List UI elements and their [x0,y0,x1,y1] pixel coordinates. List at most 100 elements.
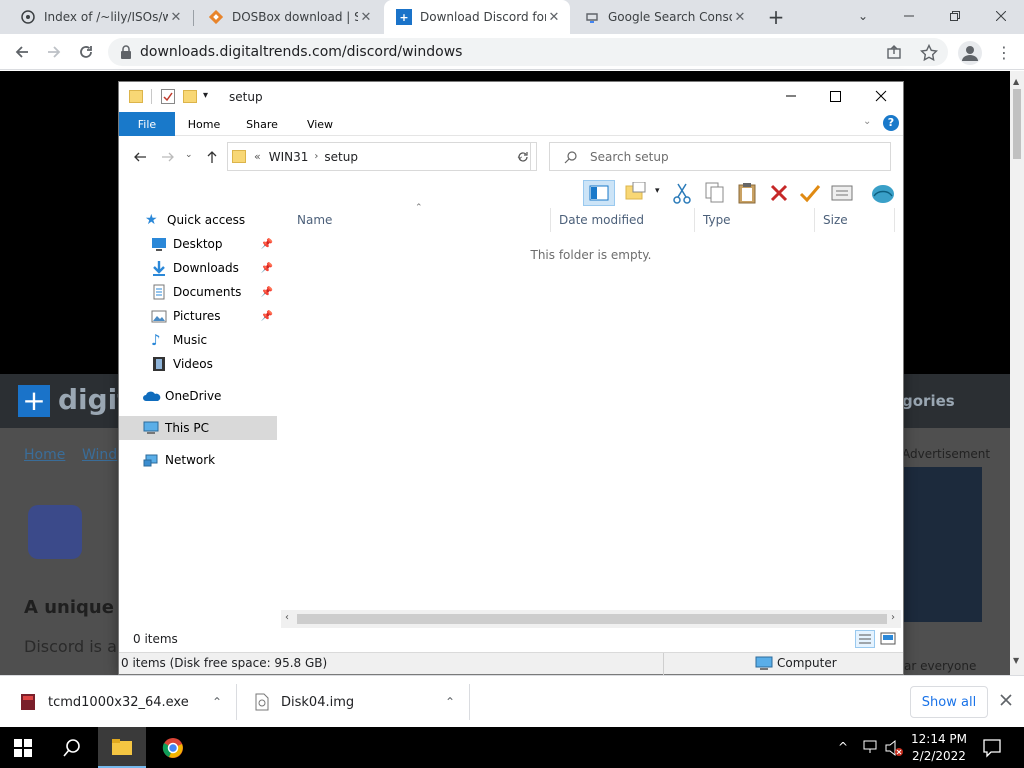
forward-arrow-icon[interactable] [159,148,177,166]
views-dropdown-icon[interactable]: ▾ [655,186,660,196]
bookmark-star-icon[interactable] [919,43,939,62]
explorer-address-bar[interactable]: « WIN31 › setup ⌄ [227,142,531,171]
properties-icon[interactable] [831,185,853,201]
show-all-button[interactable]: Show all [910,686,988,718]
column-size[interactable]: Size [815,208,895,232]
qat-dropdown-icon[interactable]: ▾ [203,90,208,101]
scroll-up-arrow-icon[interactable]: ▲ [1013,77,1019,86]
nav-quick-access[interactable]: ★ Quick access [119,208,277,232]
reload-icon[interactable] [72,38,100,66]
scroll-left-arrow-icon[interactable]: ‹ [285,612,289,623]
refresh-icon[interactable] [509,142,537,171]
download-options-chevron-icon[interactable]: ⌃ [445,695,455,709]
file-explorer-window[interactable]: ▾ setup File Home Share View ⌄ ? ⌄ « WIN… [118,81,904,675]
nav-downloads[interactable]: Downloads 📌 [119,256,277,280]
shell-globe-icon[interactable] [871,182,895,204]
new-tab-button[interactable]: + [764,6,788,28]
scrollbar-thumb[interactable] [297,614,887,624]
back-arrow-icon[interactable] [8,38,36,66]
browser-tab-3-active[interactable]: + Download Discord for ✕ [384,0,570,34]
pin-icon[interactable]: 📌 [261,239,273,250]
restore-icon[interactable] [932,0,978,32]
browser-tab-4[interactable]: Google Search Console ✕ [572,0,756,34]
tab-share[interactable]: Share [237,112,287,136]
nav-music[interactable]: ♪ Music [119,328,277,352]
profile-avatar-icon[interactable] [958,41,982,65]
horizontal-scrollbar[interactable]: ‹ › [281,610,901,628]
close-icon[interactable] [871,86,891,106]
windows-start-icon[interactable] [14,739,32,757]
network-tray-icon[interactable] [862,739,880,755]
close-tab-icon[interactable]: ✕ [358,10,374,25]
large-icons-view-icon[interactable] [879,630,897,648]
notification-center-icon[interactable] [982,738,1002,758]
taskbar-chrome[interactable] [148,727,196,768]
copy-icon[interactable] [705,182,725,204]
properties-checkbox-icon[interactable] [161,89,175,104]
column-type[interactable]: Type [695,208,815,232]
preview-pane-icon[interactable] [583,180,615,206]
nav-this-pc[interactable]: This PC [119,416,277,440]
recent-locations-chevron-icon[interactable]: ⌄ [185,150,193,160]
share-icon[interactable] [886,44,902,60]
help-icon[interactable]: ? [883,115,899,131]
breadcrumb-windows[interactable]: Wind [82,447,117,463]
browser-tab-2[interactable]: DOSBox download | So ✕ [196,0,382,34]
overflow-chevron[interactable]: « [254,150,261,163]
folder-options-icon[interactable] [625,181,646,200]
column-name[interactable]: Name [289,208,551,232]
ad-banner[interactable] [904,467,982,622]
search-box[interactable]: Search setup [549,142,891,171]
close-window-icon[interactable] [978,0,1024,32]
close-tab-icon[interactable]: ✕ [168,10,184,25]
ribbon-expand-chevron-icon[interactable]: ⌄ [863,116,871,127]
nav-pictures[interactable]: Pictures 📌 [119,304,277,328]
breadcrumb-arrow-icon[interactable]: › [314,151,318,162]
breadcrumb-segment[interactable]: setup [324,150,358,164]
new-folder-icon[interactable] [183,90,197,103]
close-tab-icon[interactable]: ✕ [546,10,562,25]
scroll-down-arrow-icon[interactable]: ▼ [1013,656,1019,665]
tab-search-chevron-icon[interactable]: ⌄ [840,0,886,32]
address-bar[interactable]: downloads.digitaltrends.com/discord/wind… [108,38,948,66]
tab-view[interactable]: View [295,112,345,136]
close-shelf-icon[interactable] [998,692,1014,708]
volume-muted-icon[interactable] [884,739,904,757]
lock-icon[interactable] [120,45,132,59]
pin-icon[interactable]: 📌 [261,311,273,322]
download-options-chevron-icon[interactable]: ⌃ [212,695,222,709]
back-arrow-icon[interactable] [131,148,149,166]
column-date-modified[interactable]: Date modified [551,208,695,232]
tray-chevron-up-icon[interactable]: ^ [838,740,848,754]
nav-network[interactable]: Network [119,448,277,472]
download-item[interactable]: Disk04.img ⌃ [237,676,469,728]
pin-icon[interactable]: 📌 [261,287,273,298]
forward-arrow-icon[interactable] [40,38,68,66]
nav-onedrive[interactable]: OneDrive [119,384,277,408]
minimize-icon[interactable] [781,86,801,106]
taskbar-date[interactable]: 2/2/2022 [904,749,974,763]
nav-desktop[interactable]: Desktop 📌 [119,232,277,256]
nav-videos[interactable]: Videos [119,352,277,376]
download-item[interactable]: tcmd1000x32_64.exe ⌃ [0,676,236,728]
browser-tab-1[interactable]: Index of /~lily/ISOs/wi ✕ [8,0,192,34]
delete-icon[interactable] [769,183,789,203]
page-scrollbar[interactable]: ▲ ▼ [1010,71,1024,675]
nav-documents[interactable]: Documents 📌 [119,280,277,304]
cut-icon[interactable] [673,182,691,204]
explorer-title-bar[interactable]: ▾ setup [119,82,903,112]
breadcrumb-home[interactable]: Home [24,447,65,463]
pin-icon[interactable]: 📌 [261,263,273,274]
taskbar-file-explorer[interactable] [98,727,146,768]
checkmark-icon[interactable] [799,183,821,203]
up-arrow-icon[interactable] [203,148,221,166]
scroll-right-arrow-icon[interactable]: › [891,612,895,623]
taskbar-time[interactable]: 12:14 PM [904,732,974,746]
breadcrumb-segment[interactable]: WIN31 [269,150,309,164]
scrollbar-thumb[interactable] [1013,89,1021,159]
tab-file[interactable]: File [119,112,175,136]
chrome-menu-icon[interactable]: ⋮ [996,42,1012,64]
categories-link[interactable]: gories [902,392,955,410]
search-icon[interactable] [62,738,82,758]
tab-home[interactable]: Home [179,112,229,136]
